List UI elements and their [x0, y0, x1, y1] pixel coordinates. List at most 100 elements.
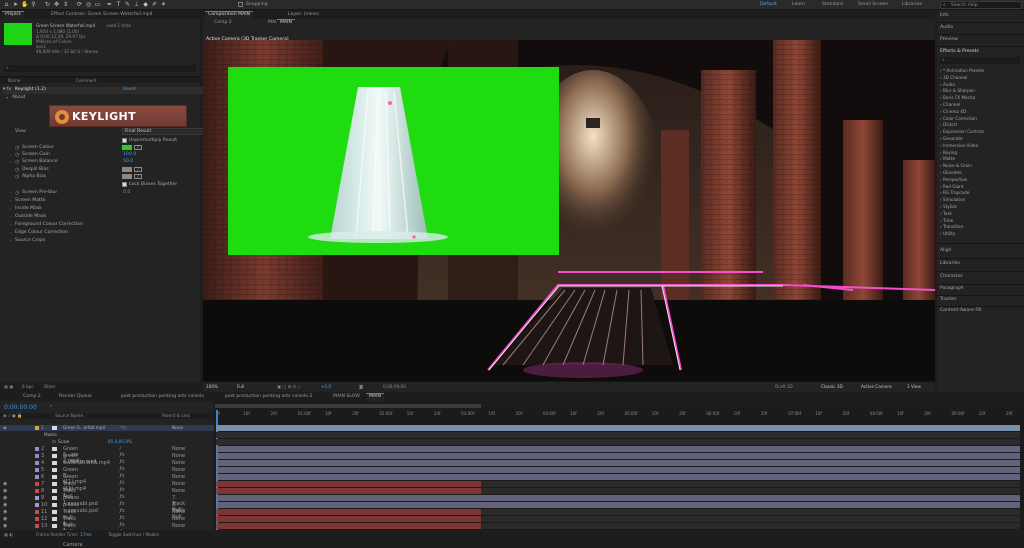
- screen-preblur-value[interactable]: 0.0: [123, 190, 130, 195]
- hand-tool-icon[interactable]: ✋: [21, 1, 28, 8]
- type-tool-icon[interactable]: T: [115, 1, 122, 8]
- effects-category-item[interactable]: › Matte: [940, 156, 955, 161]
- chevron-right-icon[interactable]: ›: [10, 198, 12, 203]
- parent-dropdown[interactable]: None: [172, 481, 185, 487]
- source-name-header[interactable]: Source Name: [55, 413, 83, 418]
- roto-brush-icon[interactable]: ✐: [151, 1, 158, 8]
- layer-row-1[interactable]: ◉ 1 Green S...erfall.mp4 ⁄ fx None: [0, 425, 214, 431]
- work-area-bar[interactable]: [215, 404, 481, 408]
- pan-camera-icon[interactable]: ✥: [53, 1, 60, 8]
- content-aware-fill-panel-tab[interactable]: Content-Aware Fill: [940, 308, 982, 313]
- preview-panel-tab[interactable]: Preview: [940, 37, 958, 42]
- camera-view-dropdown[interactable]: Active Camera: [861, 384, 892, 389]
- effects-category-item[interactable]: › RG Trapcode: [940, 190, 969, 195]
- dolly-camera-icon[interactable]: ⇕: [62, 1, 69, 8]
- section-outside-mask[interactable]: › Outside Mask: [0, 214, 222, 220]
- timeline-search-input[interactable]: ⌕: [50, 403, 52, 408]
- alpha-bias-swatch[interactable]: [122, 174, 132, 179]
- effects-search-input[interactable]: ⌕: [940, 57, 1020, 64]
- switches-icon[interactable]: ⁄ fx: [120, 425, 126, 430]
- parent-dropdown[interactable]: None: [172, 488, 185, 494]
- tab-main[interactable]: MAIN: [366, 393, 384, 401]
- layer-duration-bar[interactable]: [216, 488, 481, 494]
- info-panel-tab[interactable]: Info: [940, 13, 949, 18]
- chevron-right-icon[interactable]: ›: [10, 152, 12, 157]
- search-help-input[interactable]: ⌕ Search Help: [940, 1, 1022, 9]
- workspace-small-screen[interactable]: Small Screen: [858, 2, 888, 7]
- bit-depth-icon[interactable]: ▦ ▣: [4, 384, 13, 389]
- layer-duration-bar[interactable]: [216, 446, 1020, 452]
- stopwatch-icon[interactable]: ◷: [15, 159, 19, 165]
- effects-category-item[interactable]: › Distort: [940, 122, 957, 127]
- eyedropper-icon[interactable]: ⁄: [134, 174, 142, 179]
- effects-category-item[interactable]: › Time: [940, 218, 953, 223]
- eye-icon[interactable]: ◉: [3, 509, 7, 515]
- chevron-right-icon[interactable]: ›: [10, 190, 12, 195]
- zoom-tool-icon[interactable]: ⚲: [30, 1, 37, 8]
- layer-duration-bar[interactable]: [216, 495, 1020, 501]
- label-color[interactable]: [35, 489, 39, 493]
- section-edge-colour-correction[interactable]: › Edge Colour Correction: [0, 230, 222, 236]
- section-inside-mask[interactable]: › Inside Mask: [0, 206, 222, 212]
- eraser-tool-icon[interactable]: ◆: [142, 1, 149, 8]
- layer-duration-bar[interactable]: [216, 453, 1020, 459]
- eye-icon[interactable]: ◉: [3, 488, 7, 494]
- screen-colour-swatch[interactable]: [122, 145, 132, 150]
- rotation-tool-icon[interactable]: ⟳: [76, 1, 83, 8]
- brush-tool-icon[interactable]: ✎: [124, 1, 131, 8]
- screen-balance-value[interactable]: 50.0: [123, 159, 133, 164]
- comp-timecode[interactable]: 0;00;09;00: [383, 384, 406, 389]
- effects-category-item[interactable]: › Blur & Sharpen: [940, 88, 975, 93]
- tab-project[interactable]: Project: [2, 11, 24, 19]
- paragraph-panel-tab[interactable]: Paragraph: [940, 286, 964, 291]
- effects-category-item[interactable]: › * Animation Presets: [940, 68, 984, 73]
- character-panel-tab[interactable]: Character: [940, 274, 963, 279]
- layer-duration-bar[interactable]: [216, 460, 1020, 466]
- label-color[interactable]: [35, 517, 39, 521]
- tab-composition[interactable]: Composition MAIN: [205, 11, 254, 19]
- scale-value[interactable]: 85.0,85.0%: [108, 439, 132, 444]
- exposure-value[interactable]: +0.0: [321, 384, 331, 389]
- eye-icon[interactable]: ◉: [3, 523, 7, 529]
- effects-category-item[interactable]: › Color Correction: [940, 116, 977, 121]
- effects-category-item[interactable]: › Keying: [940, 150, 957, 155]
- section-screen-matte[interactable]: › Screen Matte: [0, 198, 222, 204]
- label-color[interactable]: [35, 503, 39, 507]
- eye-icon[interactable]: ◉: [3, 425, 7, 430]
- pan-behind-icon[interactable]: ◎: [85, 1, 92, 8]
- tab-post-production-2[interactable]: post production penting arts vaiselo 2: [222, 393, 315, 401]
- effect-fx-icon[interactable]: ▾ fx: [3, 87, 11, 92]
- parent-dropdown[interactable]: None: [172, 467, 185, 473]
- effects-category-item[interactable]: › Boris FX Mocha: [940, 95, 975, 100]
- selection-tool-icon[interactable]: ➤: [12, 1, 19, 8]
- chevron-right-icon[interactable]: ›: [10, 206, 12, 211]
- chevron-right-icon[interactable]: ›: [10, 159, 12, 164]
- section-foreground-colour-correction[interactable]: › Foreground Colour Correction: [0, 222, 222, 228]
- chevron-right-icon[interactable]: ›: [10, 214, 12, 219]
- stopwatch-icon[interactable]: ◷: [15, 152, 19, 158]
- renderer-label[interactable]: Draft 3D: [775, 384, 793, 389]
- snapshot-icon[interactable]: ◙: [359, 384, 363, 389]
- effects-category-item[interactable]: › Stylize: [940, 204, 957, 209]
- label-color[interactable]: [35, 510, 39, 514]
- parent-dropdown[interactable]: None: [172, 523, 185, 529]
- current-time[interactable]: 0:00:00:00: [4, 404, 37, 411]
- label-color[interactable]: [35, 468, 39, 472]
- stopwatch-icon[interactable]: ◷: [15, 145, 19, 151]
- zoom-dropdown[interactable]: 100%: [206, 384, 218, 389]
- tab-post-production[interactable]: post production penting arts vaiselo: [118, 393, 207, 401]
- workspace-standard[interactable]: Standard: [822, 2, 843, 7]
- clone-stamp-icon[interactable]: ⊥: [133, 1, 140, 8]
- stopwatch-icon[interactable]: ◷: [15, 167, 19, 173]
- effects-category-item[interactable]: › Utility: [940, 231, 955, 236]
- parent-dropdown[interactable]: None: [172, 446, 185, 452]
- effects-category-item[interactable]: › Text: [940, 211, 951, 216]
- parent-dropdown[interactable]: None: [172, 474, 185, 480]
- chevron-right-icon[interactable]: ›: [10, 230, 12, 235]
- label-color[interactable]: [35, 426, 39, 430]
- effects-category-item[interactable]: › Audio: [940, 82, 955, 87]
- effects-category-item[interactable]: › Simulation: [940, 197, 965, 202]
- home-icon[interactable]: ⌂: [3, 1, 10, 8]
- effects-category-item[interactable]: › Red Giant: [940, 184, 964, 189]
- project-search-input[interactable]: ⌕: [4, 65, 196, 72]
